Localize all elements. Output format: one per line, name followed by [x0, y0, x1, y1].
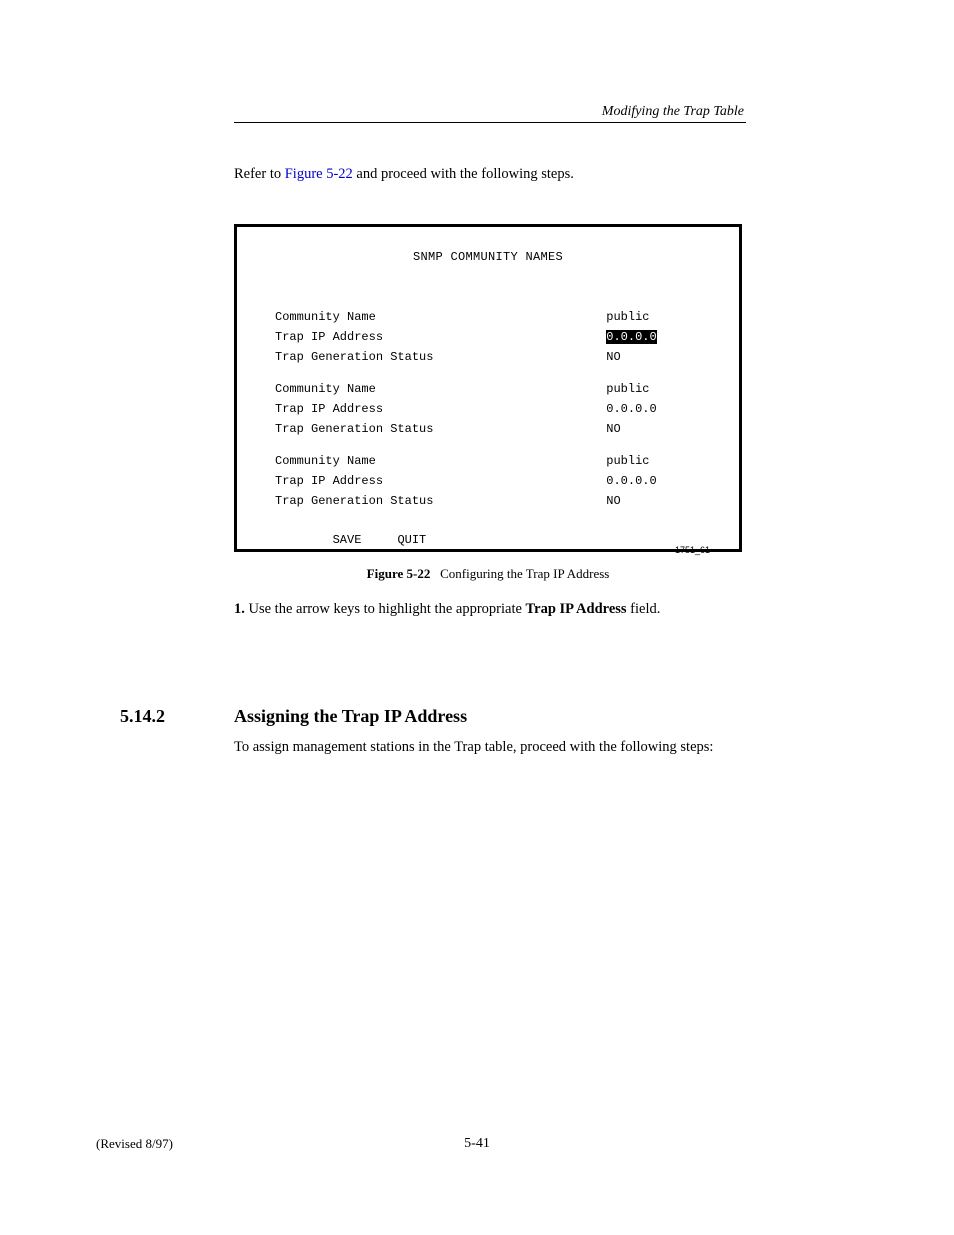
step-bold: Trap IP Address: [526, 601, 627, 617]
step-number: 1.: [234, 601, 245, 617]
step-1: 1. Use the arrow keys to highlight the a…: [234, 600, 746, 620]
step-text-2: field.: [627, 601, 661, 617]
figure-caption-text: Configuring the Trap IP Address: [440, 566, 609, 581]
terminal-row: Trap Generation Status NO: [275, 495, 621, 508]
step-text-1: Use the arrow keys to highlight the appr…: [245, 601, 526, 617]
terminal-row: Trap Generation Status NO: [275, 351, 621, 364]
figure-reference-paragraph: Refer to Figure 5-22 and proceed with th…: [234, 165, 746, 185]
terminal-title: SNMP COMMUNITY NAMES: [237, 251, 739, 264]
section-intro-paragraph: To assign management stations in the Tra…: [234, 738, 746, 758]
terminal-row: Community Name public: [275, 383, 649, 396]
figure-reference-link[interactable]: Figure 5-22: [285, 166, 353, 182]
running-header: Modifying the Trap Table: [602, 104, 744, 120]
revision-note: (Revised 8/97): [96, 1136, 173, 1152]
terminal-row: Community Name public: [275, 311, 649, 324]
terminal-save-label: SAVE: [333, 533, 362, 547]
header-rule: [234, 122, 746, 123]
terminal-quit-label: QUIT: [397, 533, 426, 547]
figure-caption: Figure 5-22 Configuring the Trap IP Addr…: [234, 566, 742, 582]
ref-suffix: and proceed with the following steps.: [353, 166, 574, 182]
section-title: Assigning the Trap IP Address: [234, 706, 467, 727]
terminal-row: Trap IP Address 0.0.0.0: [275, 403, 657, 416]
terminal-id: 1751_61: [675, 546, 710, 555]
terminal-row: Trap IP Address 0.0.0.0: [275, 475, 657, 488]
terminal-screenshot: SNMP COMMUNITY NAMES Community Name publ…: [234, 224, 742, 552]
terminal-bottom-bar: SAVE QUIT 1751_61: [275, 521, 426, 571]
figure-caption-label: Figure 5-22: [367, 566, 431, 581]
section-number: 5.14.2: [120, 706, 165, 727]
terminal-row: Trap IP Address 0.0.0.0: [275, 331, 657, 344]
terminal-row: Trap Generation Status NO: [275, 423, 621, 436]
terminal-row: Community Name public: [275, 455, 649, 468]
ref-prefix: Refer to: [234, 166, 285, 182]
